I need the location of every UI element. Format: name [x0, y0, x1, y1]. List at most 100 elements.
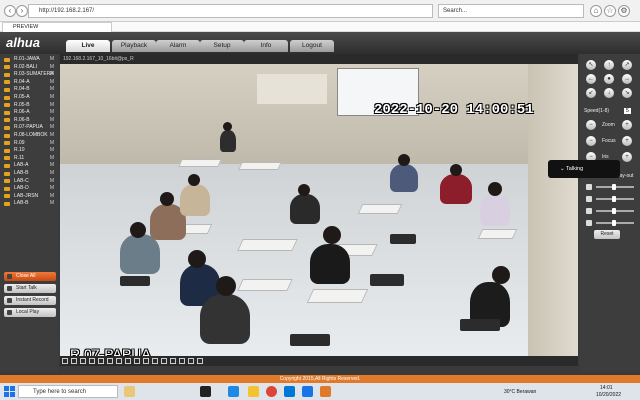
iris-in-icon[interactable]: +: [622, 152, 632, 162]
focus-in-icon[interactable]: +: [622, 136, 632, 146]
stream-icon[interactable]: [179, 358, 185, 364]
ptz-down-icon[interactable]: ↓: [604, 88, 614, 98]
menu-tab-alarm[interactable]: Alarm: [156, 40, 200, 52]
file-explorer-icon[interactable]: [248, 386, 259, 397]
ie-icon[interactable]: [302, 386, 313, 397]
channel-item[interactable]: R.03-SUMATERA M: [2, 71, 56, 79]
channel-item[interactable]: R.04-A M: [2, 79, 56, 87]
local-play-button[interactable]: Local Play: [4, 308, 56, 317]
chair: [460, 319, 500, 331]
zoom-in-icon[interactable]: +: [622, 120, 632, 130]
channel-item[interactable]: R.01-JAWA M: [2, 56, 56, 64]
browser-search-input[interactable]: Search...: [438, 4, 584, 18]
menu-tab-logout[interactable]: Logout: [290, 40, 334, 52]
menu-tab-live[interactable]: Live: [66, 40, 110, 52]
forward-icon[interactable]: ›: [16, 5, 28, 17]
chrome-icon[interactable]: [266, 386, 277, 397]
settings-icon[interactable]: ⚙: [618, 5, 630, 17]
channel-item[interactable]: R.05-B M: [2, 102, 56, 110]
fit-window-icon[interactable]: [197, 358, 203, 364]
audio-icon[interactable]: [161, 358, 167, 364]
saturation-slider[interactable]: [596, 208, 634, 214]
menu-tab-setup[interactable]: Setup: [200, 40, 244, 52]
close-window-icon[interactable]: [170, 358, 176, 364]
channel-item[interactable]: LAB-JRSN M: [2, 193, 56, 201]
camera-icon: [4, 72, 10, 77]
snapshot-icon[interactable]: [143, 358, 149, 364]
weather-text[interactable]: 30°C Berawan: [504, 389, 536, 395]
app-icon[interactable]: [320, 386, 331, 397]
channel-item[interactable]: R.06-B M: [2, 117, 56, 125]
camera-icon: [4, 65, 10, 70]
channel-item[interactable]: R.05-A M: [2, 94, 56, 102]
slider-knob[interactable]: [612, 220, 616, 226]
layout-9-icon[interactable]: [89, 358, 95, 364]
edge-icon[interactable]: [228, 386, 239, 397]
contrast-slider[interactable]: [596, 196, 634, 202]
close-all-button[interactable]: Close All: [4, 272, 56, 281]
camera-icon: [4, 80, 10, 85]
ptz-right-icon[interactable]: →: [622, 74, 632, 84]
speed-select[interactable]: 5: [624, 108, 631, 114]
taskbar-search[interactable]: Type here to search: [18, 385, 118, 398]
home-icon[interactable]: ⌂: [590, 5, 602, 17]
news-widget-icon[interactable]: [124, 386, 135, 397]
menu-tab-info[interactable]: Info: [244, 40, 288, 52]
menu-tab-playback[interactable]: Playback: [112, 40, 156, 52]
focus-out-icon[interactable]: −: [586, 136, 596, 146]
layout-1-icon[interactable]: [62, 358, 68, 364]
reset-button[interactable]: Reset: [594, 230, 620, 239]
channel-item[interactable]: R.11 M: [2, 155, 56, 163]
instant-record-button[interactable]: Instant Record: [4, 296, 56, 305]
ptz-down-left-icon[interactable]: ↙: [586, 88, 596, 98]
hue-slider[interactable]: [596, 220, 634, 226]
channel-item[interactable]: LAB-C M: [2, 178, 56, 186]
channel-item[interactable]: LAB-B M: [2, 200, 56, 208]
browser-tab[interactable]: PREVIEW: [2, 22, 112, 32]
zoom-digital-icon[interactable]: [188, 358, 194, 364]
layout-64-icon[interactable]: [125, 358, 131, 364]
zoom-out-icon[interactable]: −: [586, 120, 596, 130]
channel-item[interactable]: R.02-BALI M: [2, 64, 56, 72]
layout-16-icon[interactable]: [98, 358, 104, 364]
layout-25-icon[interactable]: [107, 358, 113, 364]
favorites-icon[interactable]: ☆: [604, 5, 616, 17]
start-talk-button[interactable]: Start Talk: [4, 284, 56, 293]
layout-4-icon[interactable]: [71, 358, 77, 364]
slider-knob[interactable]: [612, 196, 616, 202]
channel-item[interactable]: R.09 M: [2, 140, 56, 148]
channel-item[interactable]: R.06-A M: [2, 109, 56, 117]
talking-popup[interactable]: ⌄ Talking: [548, 160, 620, 178]
task-view-icon[interactable]: [200, 386, 211, 397]
slider-knob[interactable]: [612, 184, 616, 190]
channel-item[interactable]: R.08-LOMBOK M: [2, 132, 56, 140]
camera-icon: [4, 148, 10, 153]
channel-item[interactable]: LAB-D M: [2, 185, 56, 193]
channel-item[interactable]: R.10 M: [2, 147, 56, 155]
channel-item[interactable]: R.04-B M: [2, 86, 56, 94]
clock-time[interactable]: 14:01: [600, 385, 613, 391]
slider-knob[interactable]: [612, 208, 616, 214]
address-bar[interactable]: http://192.168.2.167/: [28, 4, 433, 18]
layout-8-icon[interactable]: [80, 358, 86, 364]
channel-item[interactable]: LAB-B M: [2, 170, 56, 178]
back-icon[interactable]: ‹: [4, 5, 16, 17]
channel-item[interactable]: R.07-PAPUA M: [2, 124, 56, 132]
fullscreen-icon[interactable]: [134, 358, 140, 364]
desk: [238, 162, 282, 170]
ptz-up-left-icon[interactable]: ↖: [586, 60, 596, 70]
channel-mark: M: [49, 56, 54, 62]
mail-icon[interactable]: [284, 386, 295, 397]
channel-item[interactable]: LAB-A M: [2, 162, 56, 170]
clock-date[interactable]: 10/20/2022: [596, 392, 621, 398]
record-toggle-icon[interactable]: [152, 358, 158, 364]
ptz-center-icon[interactable]: ●: [604, 74, 614, 84]
windows-start-icon[interactable]: [4, 386, 15, 397]
ptz-left-icon[interactable]: ←: [586, 74, 596, 84]
video-feed[interactable]: 2022-10-20 14:00:51 R.07-PAPUA: [60, 64, 578, 356]
ptz-up-icon[interactable]: ↑: [604, 60, 614, 70]
ptz-up-right-icon[interactable]: ↗: [622, 60, 632, 70]
ptz-down-right-icon[interactable]: ↘: [622, 88, 632, 98]
layout-36-icon[interactable]: [116, 358, 122, 364]
brightness-slider[interactable]: [596, 184, 634, 190]
